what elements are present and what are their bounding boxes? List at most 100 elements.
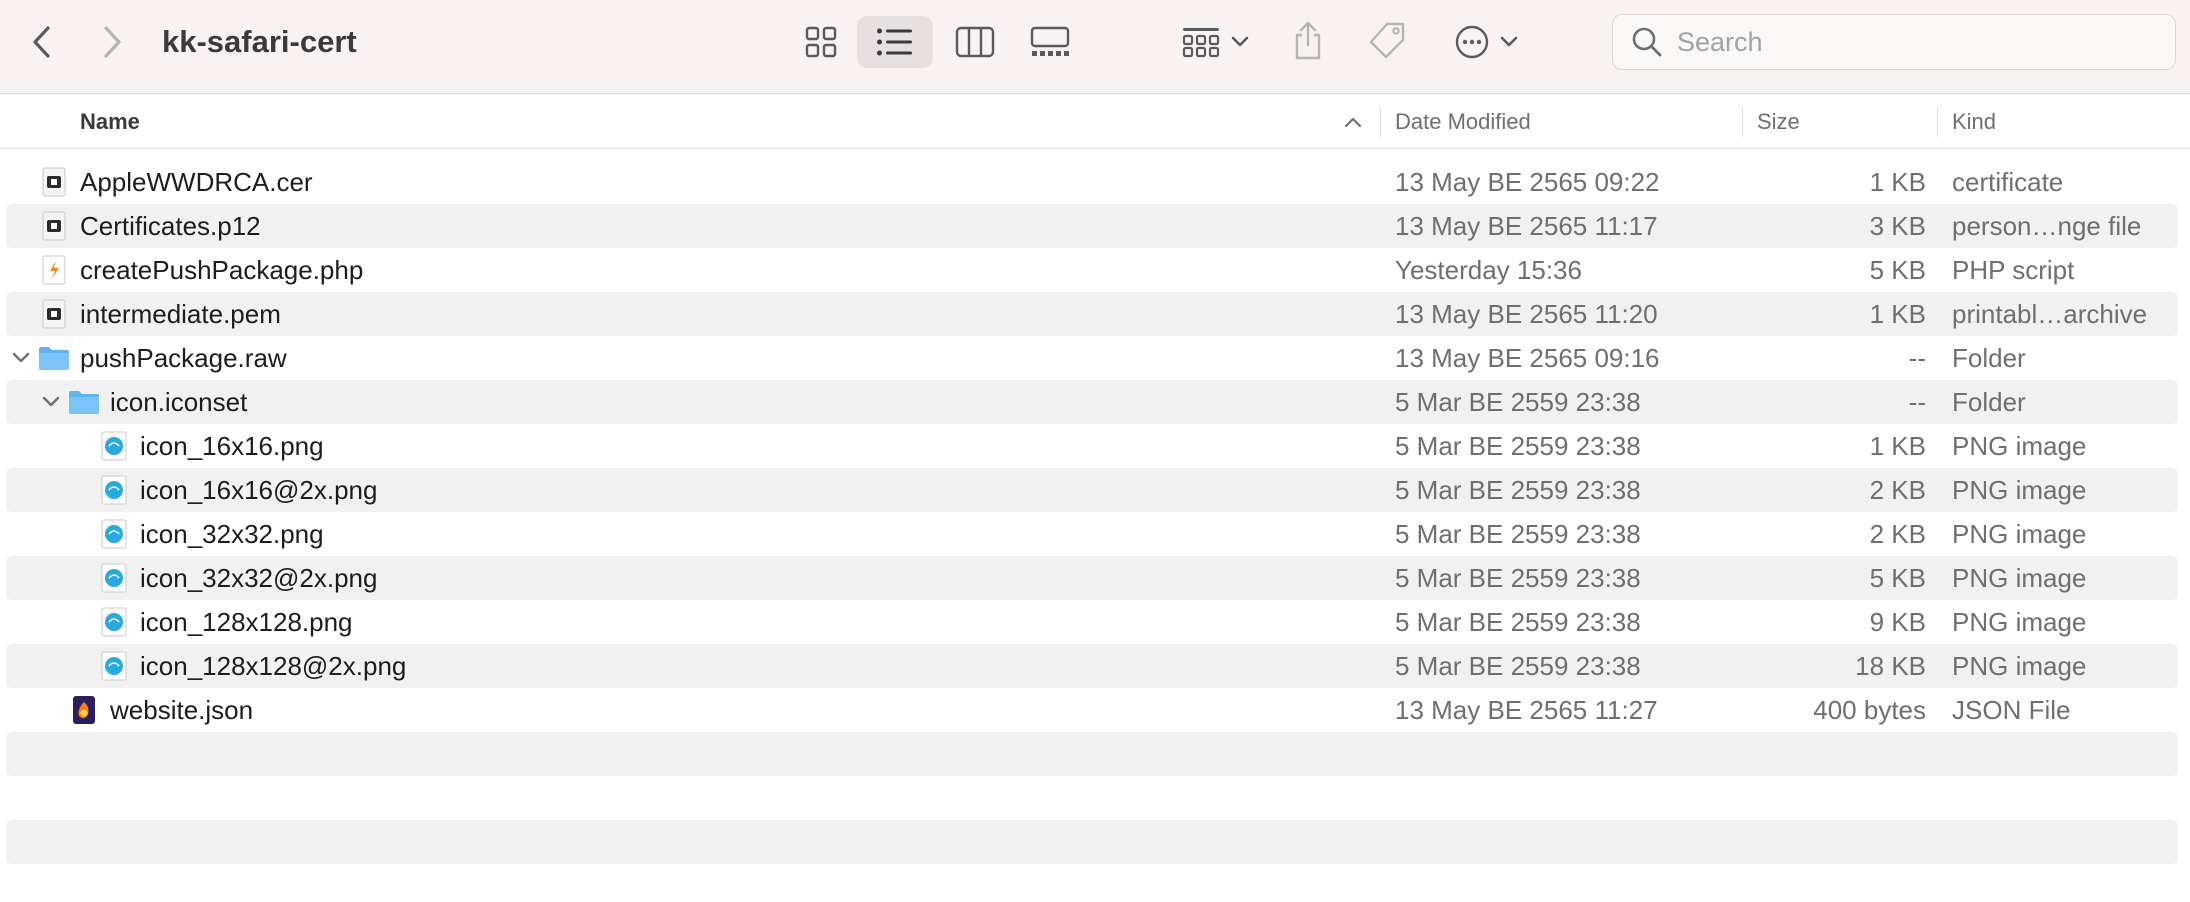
file-kind: PNG image bbox=[1952, 607, 2087, 637]
column-name-header[interactable]: Name bbox=[80, 95, 1380, 149]
share-button[interactable] bbox=[1286, 14, 1330, 68]
folder-icon bbox=[68, 386, 100, 418]
chevron-right-icon bbox=[104, 26, 121, 58]
file-date: 5 Mar BE 2559 23:38 bbox=[1395, 519, 1641, 549]
file-kind: PNG image bbox=[1952, 519, 2087, 549]
file-row[interactable]: icon_128x128@2x.png 5 Mar BE 2559 23:38 … bbox=[0, 644, 2190, 688]
file-name: intermediate.pem bbox=[80, 299, 281, 329]
png-image-icon bbox=[98, 606, 130, 638]
file-row[interactable]: icon_16x16@2x.png 5 Mar BE 2559 23:38 2 … bbox=[0, 468, 2190, 512]
list-icon bbox=[877, 28, 912, 56]
file-date: 13 May BE 2565 11:20 bbox=[1395, 299, 1658, 329]
column-size-header[interactable]: Size bbox=[1757, 95, 1937, 149]
empty-row bbox=[0, 820, 2190, 864]
search-input[interactable] bbox=[1677, 26, 2147, 58]
toolbar: kk-safari-cert bbox=[0, 0, 2190, 94]
file-name: icon_128x128.png bbox=[140, 607, 353, 637]
chevron-down-icon bbox=[1500, 36, 1518, 47]
forward-button[interactable] bbox=[92, 20, 132, 64]
tag-button[interactable] bbox=[1362, 14, 1412, 68]
file-size: 5 KB bbox=[1869, 563, 1926, 593]
file-date: 5 Mar BE 2559 23:38 bbox=[1395, 607, 1641, 637]
group-by-button[interactable] bbox=[1175, 16, 1255, 68]
file-date: 5 Mar BE 2559 23:38 bbox=[1395, 651, 1641, 681]
column-divider[interactable] bbox=[1380, 107, 1381, 137]
certificate-icon bbox=[38, 298, 70, 330]
php-file-icon bbox=[38, 254, 70, 286]
png-image-icon bbox=[98, 430, 130, 462]
file-name: icon_32x32.png bbox=[140, 519, 324, 549]
column-kind-header[interactable]: Kind bbox=[1952, 95, 2182, 149]
disclosure-expanded-icon[interactable] bbox=[38, 389, 64, 415]
tag-icon bbox=[1369, 22, 1405, 59]
file-size: 2 KB bbox=[1869, 475, 1926, 505]
file-date: 5 Mar BE 2559 23:38 bbox=[1395, 563, 1641, 593]
file-row[interactable]: icon_32x32@2x.png 5 Mar BE 2559 23:38 5 … bbox=[0, 556, 2190, 600]
file-kind: PNG image bbox=[1952, 431, 2087, 461]
list-view-button[interactable] bbox=[857, 16, 933, 68]
folder-row[interactable]: pushPackage.raw 13 May BE 2565 09:16 -- … bbox=[0, 336, 2190, 380]
certificate-icon bbox=[38, 166, 70, 198]
gallery-icon bbox=[1030, 26, 1070, 56]
column-divider[interactable] bbox=[1742, 107, 1743, 137]
file-size: 2 KB bbox=[1869, 519, 1926, 549]
gallery-view-button[interactable] bbox=[1012, 16, 1088, 68]
chevron-down-icon bbox=[1231, 36, 1249, 47]
file-kind: PNG image bbox=[1952, 475, 2087, 505]
file-date: 13 May BE 2565 11:17 bbox=[1395, 211, 1658, 241]
file-date: 5 Mar BE 2559 23:38 bbox=[1395, 475, 1641, 505]
file-name: icon_16x16@2x.png bbox=[140, 475, 378, 505]
file-size: 18 KB bbox=[1855, 651, 1926, 681]
more-actions-button[interactable] bbox=[1446, 16, 1526, 68]
file-row[interactable]: icon_128x128.png 5 Mar BE 2559 23:38 9 K… bbox=[0, 600, 2190, 644]
file-row[interactable]: Certificates.p12 13 May BE 2565 11:17 3 … bbox=[0, 204, 2190, 248]
file-date: 13 May BE 2565 11:27 bbox=[1395, 695, 1658, 725]
file-row[interactable]: website.json 13 May BE 2565 11:27 400 by… bbox=[0, 688, 2190, 732]
file-kind: Folder bbox=[1952, 343, 2026, 373]
file-row[interactable]: icon_16x16.png 5 Mar BE 2559 23:38 1 KB … bbox=[0, 424, 2190, 468]
file-row[interactable]: AppleWWDRCA.cer 13 May BE 2565 09:22 1 K… bbox=[0, 160, 2190, 204]
png-image-icon bbox=[98, 562, 130, 594]
file-kind: JSON File bbox=[1952, 695, 2071, 725]
png-image-icon bbox=[98, 650, 130, 682]
columns-icon bbox=[955, 26, 995, 58]
chevron-left-icon bbox=[33, 26, 50, 58]
file-date: 5 Mar BE 2559 23:38 bbox=[1395, 387, 1641, 417]
empty-row bbox=[0, 776, 2190, 820]
file-size: 1 KB bbox=[1869, 167, 1926, 197]
grid-icon bbox=[805, 26, 837, 58]
file-name: website.json bbox=[110, 695, 254, 725]
file-size: -- bbox=[1908, 343, 1926, 373]
file-row[interactable]: icon_32x32.png 5 Mar BE 2559 23:38 2 KB … bbox=[0, 512, 2190, 556]
folder-row[interactable]: icon.iconset 5 Mar BE 2559 23:38 -- Fold… bbox=[0, 380, 2190, 424]
file-name: AppleWWDRCA.cer bbox=[80, 167, 313, 197]
column-date-header[interactable]: Date Modified bbox=[1395, 95, 1735, 149]
file-date: 13 May BE 2565 09:16 bbox=[1395, 343, 1660, 373]
column-view-button[interactable] bbox=[937, 16, 1013, 68]
file-name: Certificates.p12 bbox=[80, 211, 261, 241]
sort-ascending-icon[interactable] bbox=[1340, 109, 1366, 135]
file-date: Yesterday 15:36 bbox=[1395, 255, 1582, 285]
file-name: icon_16x16.png bbox=[140, 431, 324, 461]
file-size: 1 KB bbox=[1869, 299, 1926, 329]
file-kind: PNG image bbox=[1952, 651, 2087, 681]
search-field[interactable] bbox=[1612, 14, 2176, 70]
file-kind: certificate bbox=[1952, 167, 2064, 197]
empty-row bbox=[0, 732, 2190, 776]
share-icon bbox=[1295, 21, 1321, 60]
column-divider[interactable] bbox=[1937, 107, 1938, 137]
search-icon bbox=[1629, 24, 1665, 60]
icon-view-button[interactable] bbox=[783, 16, 859, 68]
file-name: icon.iconset bbox=[110, 387, 248, 417]
file-row[interactable]: createPushPackage.php Yesterday 15:36 5 … bbox=[0, 248, 2190, 292]
disclosure-expanded-icon[interactable] bbox=[8, 345, 34, 371]
file-row[interactable]: intermediate.pem 13 May BE 2565 11:20 1 … bbox=[0, 292, 2190, 336]
file-size: 5 KB bbox=[1869, 255, 1926, 285]
file-kind: person…nge file bbox=[1952, 211, 2142, 241]
back-button[interactable] bbox=[22, 20, 62, 64]
column-header: Name Date Modified Size Kind bbox=[0, 95, 2190, 149]
json-file-icon bbox=[68, 694, 100, 726]
group-by-icon bbox=[1182, 28, 1220, 58]
file-date: 5 Mar BE 2559 23:38 bbox=[1395, 431, 1641, 461]
file-kind: printabl…archive bbox=[1952, 299, 2148, 329]
